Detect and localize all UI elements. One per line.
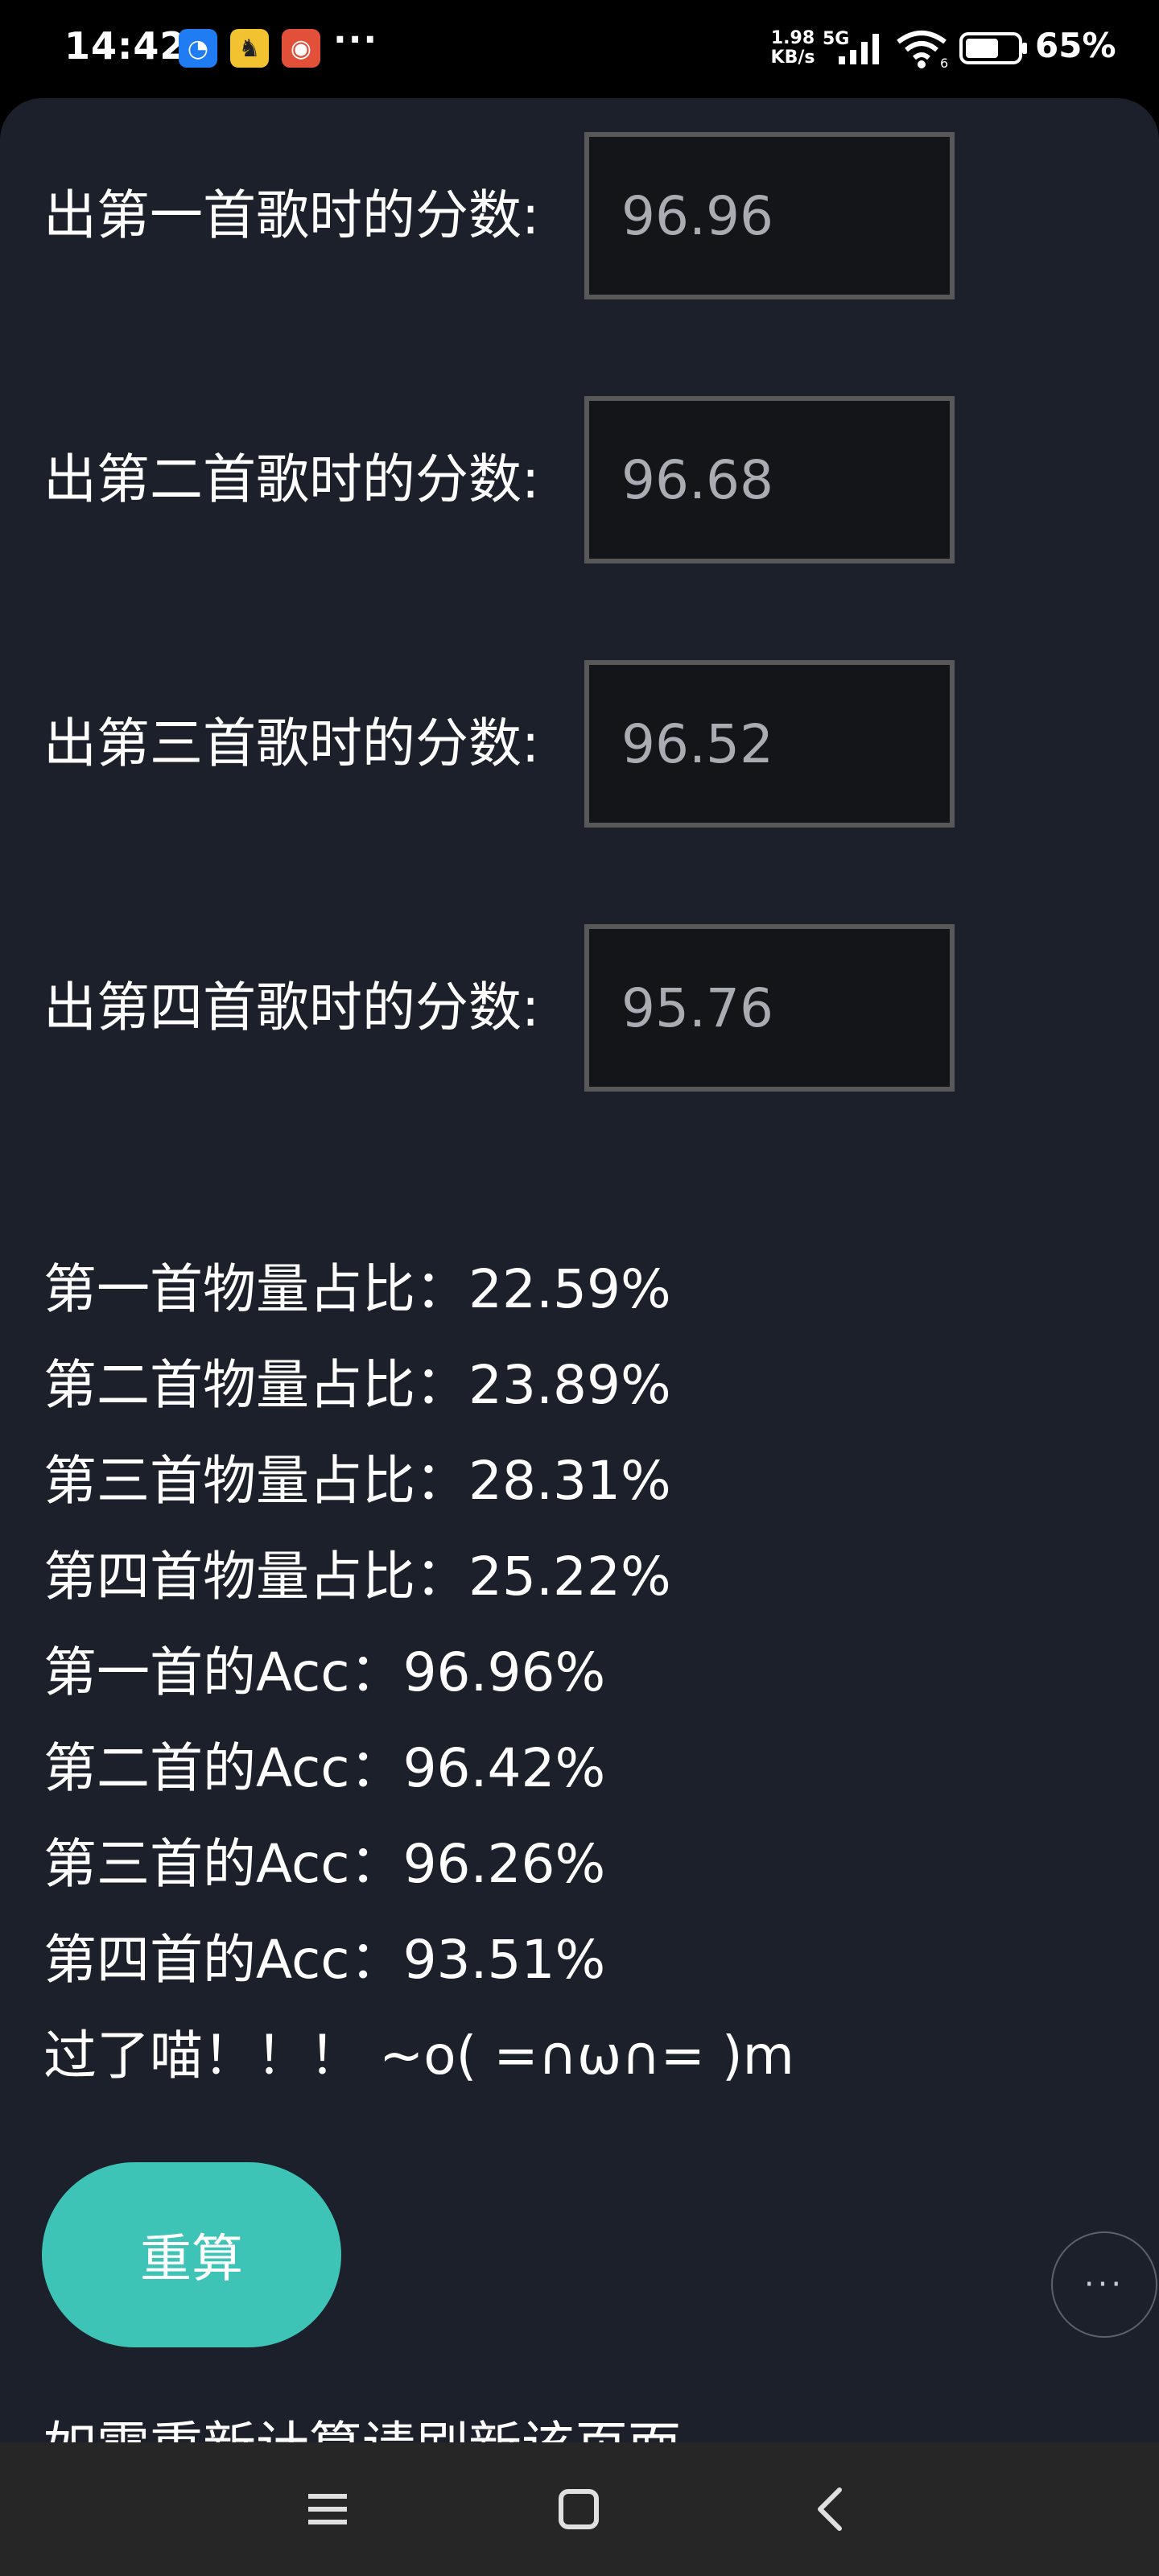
- score-label-2: 出第二首歌时的分数:: [43, 448, 540, 510]
- score-row-2: 出第二首歌时的分数:: [0, 396, 1159, 564]
- recalc-button[interactable]: 重算: [42, 2162, 341, 2347]
- network-speed-value: 1.98: [770, 28, 815, 48]
- nav-menu-button[interactable]: [291, 2473, 364, 2545]
- score-input-3[interactable]: [584, 660, 955, 828]
- score-row-3: 出第三首歌时的分数:: [0, 660, 1159, 828]
- share-song-3: 第三首物量占比：28.31%: [43, 1450, 671, 1512]
- floating-more-button[interactable]: ···: [1051, 2231, 1157, 2338]
- share-song-4: 第四首物量占比：25.22%: [43, 1546, 671, 1608]
- acc-song-4: 第四首的Acc：93.51%: [43, 1929, 606, 1991]
- more-dots-icon: ···: [1083, 2266, 1125, 2303]
- score-row-1: 出第一首歌时的分数:: [0, 132, 1159, 299]
- score-label-1: 出第一首歌时的分数:: [43, 184, 540, 246]
- menu-icon: [308, 2494, 347, 2524]
- pass-message: 过了喵！！！ ~o( =∩ω∩= )m: [43, 2025, 794, 2087]
- acc-song-1: 第一首的Acc：96.96%: [43, 1641, 606, 1703]
- cat-app-icon: ♞: [230, 29, 269, 68]
- red-app-icon: ◉: [282, 29, 320, 68]
- wifi-icon: 6: [897, 31, 948, 69]
- score-input-4[interactable]: [584, 924, 955, 1092]
- signal-icon: [839, 34, 879, 64]
- screen: 14:42 ◔ ♞ ◉ ··· 1.98 KB/s 5G 6 65% 出第一首歌…: [0, 0, 1159, 2576]
- svg-text:6: 6: [940, 56, 948, 69]
- share-song-2: 第二首物量占比：23.89%: [43, 1354, 671, 1416]
- battery-icon: [959, 32, 1027, 64]
- more-notifications-icon: ···: [333, 19, 379, 60]
- network-speed: 1.98 KB/s: [765, 29, 821, 68]
- score-row-4: 出第四首歌时的分数:: [0, 924, 1159, 1092]
- status-bar: 14:42 ◔ ♞ ◉ ··· 1.98 KB/s 5G 6 65%: [0, 0, 1159, 98]
- content-area: 出第一首歌时的分数: 出第二首歌时的分数: 出第三首歌时的分数: 出第四首歌时的…: [0, 98, 1159, 2442]
- nav-back-button[interactable]: [794, 2473, 866, 2545]
- status-time: 14:42: [64, 24, 187, 68]
- refresh-hint: 如需重新计算请刷新该页面: [43, 2413, 681, 2442]
- back-icon: [818, 2487, 842, 2531]
- acc-song-2: 第二首的Acc：96.42%: [43, 1737, 606, 1799]
- battery-percentage: 65%: [1035, 26, 1116, 65]
- browser-app-icon: ◔: [179, 29, 217, 68]
- results-list: 第一首物量占比：22.59% 第二首物量占比：23.89% 第三首物量占比：28…: [43, 1241, 1090, 2103]
- score-label-4: 出第四首歌时的分数:: [43, 976, 540, 1038]
- network-speed-unit: KB/s: [770, 47, 815, 68]
- score-input-2[interactable]: [584, 396, 955, 564]
- acc-song-3: 第三首的Acc：96.26%: [43, 1833, 606, 1895]
- share-song-1: 第一首物量占比：22.59%: [43, 1258, 671, 1320]
- score-input-1[interactable]: [584, 132, 955, 299]
- nav-home-button[interactable]: [542, 2473, 615, 2545]
- home-icon: [559, 2489, 599, 2529]
- score-label-3: 出第三首歌时的分数:: [43, 712, 540, 774]
- navigation-bar: [0, 2442, 1159, 2576]
